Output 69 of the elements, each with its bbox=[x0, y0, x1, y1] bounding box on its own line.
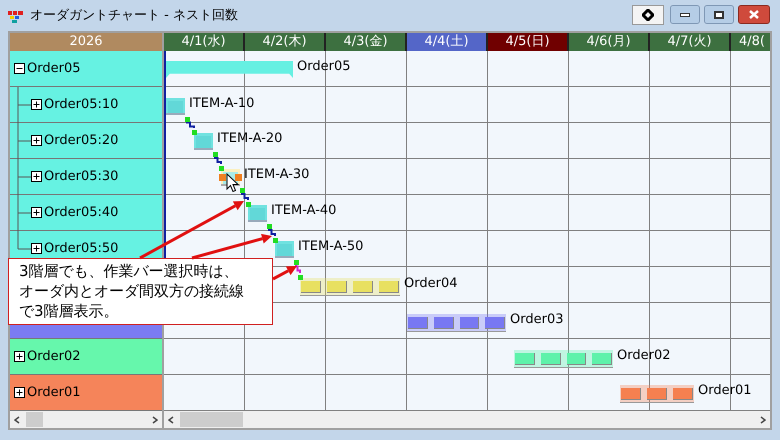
tree-row[interactable]: Order05:40 bbox=[10, 195, 162, 231]
expand-icon[interactable] bbox=[31, 207, 42, 218]
arrow bbox=[272, 266, 297, 280]
connector-line bbox=[240, 188, 251, 207]
tree-row[interactable]: Order05:20 bbox=[10, 123, 162, 159]
tree-label: Order05:50 bbox=[44, 240, 118, 258]
tree-row[interactable]: Order02 bbox=[10, 339, 162, 375]
scroll-left-icon[interactable] bbox=[14, 416, 20, 424]
tree-label: Order05 bbox=[27, 60, 80, 78]
day-header: 4/2(木) bbox=[245, 33, 324, 51]
tree-label: Order05:20 bbox=[44, 132, 118, 150]
scroll-right-icon[interactable] bbox=[760, 416, 766, 424]
order-bar[interactable] bbox=[514, 350, 613, 368]
diamond-icon bbox=[642, 9, 654, 21]
bar-label: Order04 bbox=[404, 276, 458, 292]
tree-label: Order05:40 bbox=[44, 204, 118, 222]
minimize-button[interactable] bbox=[670, 5, 700, 24]
window-title: オーダガントチャート - ネスト回数 bbox=[30, 6, 238, 25]
tree-label: Order02 bbox=[27, 348, 80, 366]
app-icon bbox=[8, 8, 24, 22]
day-header: 4/3(金) bbox=[326, 33, 405, 51]
tree-label: Order05:30 bbox=[44, 168, 118, 186]
tree-row[interactable]: Order01 bbox=[10, 375, 162, 411]
expand-icon[interactable] bbox=[31, 135, 42, 146]
mouse-cursor-icon bbox=[226, 173, 239, 193]
day-header: 4/4(土) bbox=[407, 33, 486, 51]
close-icon bbox=[749, 10, 759, 19]
bar-label: ITEM-A-30 bbox=[244, 167, 310, 183]
day-header: 4/5(日) bbox=[488, 33, 567, 51]
maximize-button[interactable] bbox=[704, 5, 734, 24]
day-header: 4/8( bbox=[731, 33, 770, 51]
expand-icon[interactable] bbox=[31, 243, 42, 254]
expand-icon[interactable] bbox=[14, 351, 25, 362]
bar-label: ITEM-A-10 bbox=[189, 96, 254, 112]
year-header: 2026 bbox=[10, 33, 162, 51]
bar-label: Order05 bbox=[297, 59, 350, 75]
bar-label: ITEM-A-50 bbox=[298, 239, 364, 255]
day-header: 4/7(火) bbox=[650, 33, 729, 51]
bar-label: Order01 bbox=[698, 383, 752, 399]
connector-line bbox=[213, 152, 224, 171]
chart-scrollbar[interactable] bbox=[164, 411, 770, 428]
scroll-left-icon[interactable] bbox=[168, 416, 174, 424]
bar-label: Order03 bbox=[510, 312, 564, 328]
expand-icon[interactable] bbox=[31, 99, 42, 110]
tree-row[interactable]: Order05:10 bbox=[10, 87, 162, 123]
expand-icon[interactable] bbox=[14, 387, 25, 398]
connector-line bbox=[267, 224, 278, 243]
bar-label: ITEM-A-40 bbox=[271, 203, 336, 219]
tree-label: Order01 bbox=[27, 384, 80, 402]
minimize-icon bbox=[680, 12, 690, 16]
expand-icon[interactable] bbox=[31, 171, 42, 182]
pin-button[interactable] bbox=[632, 5, 664, 25]
collapse-icon[interactable] bbox=[14, 63, 25, 74]
connector-line bbox=[185, 117, 197, 135]
scroll-right-icon[interactable] bbox=[152, 416, 158, 424]
tree-scrollbar[interactable] bbox=[10, 411, 162, 428]
scroll-thumb[interactable] bbox=[180, 412, 243, 427]
connector-line bbox=[294, 260, 303, 280]
tree-row[interactable]: Order05 bbox=[10, 51, 162, 87]
order-bar[interactable] bbox=[300, 278, 400, 296]
day-header: 4/1(水) bbox=[164, 33, 243, 51]
bar-label: Order02 bbox=[617, 348, 670, 364]
tree-row[interactable]: Order05:30 bbox=[10, 159, 162, 195]
bar-label: ITEM-A-20 bbox=[217, 131, 282, 147]
day-header: 4/6(月) bbox=[569, 33, 648, 51]
tree-label: Order05:10 bbox=[44, 96, 118, 114]
close-button[interactable] bbox=[738, 5, 770, 24]
scroll-thumb[interactable] bbox=[26, 412, 43, 427]
maximize-icon bbox=[714, 10, 724, 18]
